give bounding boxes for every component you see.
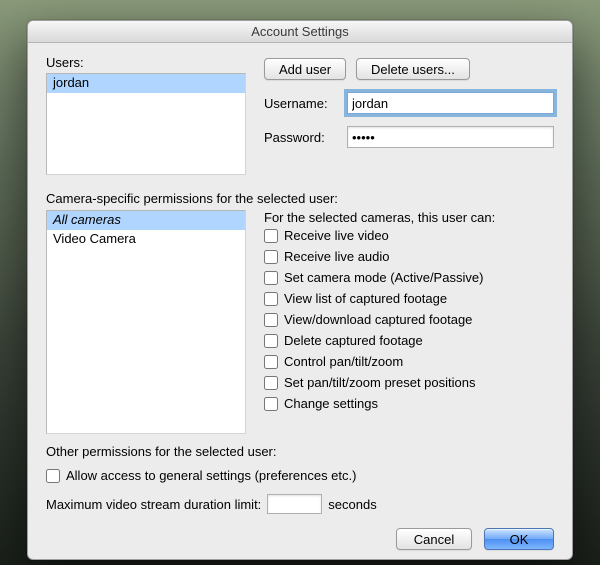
permission-checkbox[interactable] — [264, 313, 278, 327]
delete-users-button[interactable]: Delete users... — [356, 58, 470, 80]
max-duration-field[interactable] — [267, 494, 322, 514]
permission-label: Set pan/tilt/zoom preset positions — [284, 375, 476, 390]
camera-list-item[interactable]: Video Camera — [47, 230, 245, 249]
permission-row: View list of captured footage — [264, 288, 554, 309]
permissions-header: For the selected cameras, this user can: — [264, 210, 554, 225]
username-field[interactable] — [347, 92, 554, 114]
ok-button[interactable]: OK — [484, 528, 554, 550]
permission-row: Set camera mode (Active/Passive) — [264, 267, 554, 288]
allow-general-settings-checkbox[interactable] — [46, 469, 60, 483]
max-duration-label-pre: Maximum video stream duration limit: — [46, 497, 261, 512]
permission-checkbox[interactable] — [264, 271, 278, 285]
window-title: Account Settings — [28, 21, 572, 43]
users-listbox[interactable]: jordan — [46, 73, 246, 175]
cancel-button[interactable]: Cancel — [396, 528, 472, 550]
permission-row: Delete captured footage — [264, 330, 554, 351]
camera-list-item[interactable]: All cameras — [47, 211, 245, 230]
permission-label: Control pan/tilt/zoom — [284, 354, 403, 369]
permission-checkbox[interactable] — [264, 355, 278, 369]
permissions-list: Receive live video Receive live audio Set … — [264, 225, 554, 414]
permission-label: View/download captured footage — [284, 312, 472, 327]
permission-row: Set pan/tilt/zoom preset positions — [264, 372, 554, 393]
cameras-listbox[interactable]: All camerasVideo Camera — [46, 210, 246, 434]
permission-row: Receive live video — [264, 225, 554, 246]
add-user-button[interactable]: Add user — [264, 58, 346, 80]
password-field[interactable] — [347, 126, 554, 148]
permission-checkbox[interactable] — [264, 229, 278, 243]
permission-row: View/download captured footage — [264, 309, 554, 330]
camera-permissions-label: Camera-specific permissions for the sele… — [46, 191, 554, 206]
max-duration-label-post: seconds — [328, 497, 376, 512]
permission-label: Receive live audio — [284, 249, 390, 264]
permission-row: Control pan/tilt/zoom — [264, 351, 554, 372]
other-permissions-label: Other permissions for the selected user: — [46, 444, 554, 459]
permission-label: View list of captured footage — [284, 291, 447, 306]
permission-label: Change settings — [284, 396, 378, 411]
permission-label: Delete captured footage — [284, 333, 423, 348]
users-label: Users: — [46, 55, 246, 70]
username-label: Username: — [264, 96, 339, 111]
user-list-item[interactable]: jordan — [47, 74, 245, 93]
permission-row: Receive live audio — [264, 246, 554, 267]
permission-label: Receive live video — [284, 228, 389, 243]
password-label: Password: — [264, 130, 339, 145]
permission-checkbox[interactable] — [264, 376, 278, 390]
permission-checkbox[interactable] — [264, 250, 278, 264]
dialog-content: Users: jordan Add user Delete users... U… — [28, 43, 572, 564]
permission-row: Change settings — [264, 393, 554, 414]
allow-general-settings-label: Allow access to general settings (prefer… — [66, 468, 356, 483]
account-settings-dialog: Account Settings Users: jordan Add user … — [27, 20, 573, 560]
permission-checkbox[interactable] — [264, 334, 278, 348]
permission-checkbox[interactable] — [264, 397, 278, 411]
permission-label: Set camera mode (Active/Passive) — [284, 270, 483, 285]
permission-checkbox[interactable] — [264, 292, 278, 306]
